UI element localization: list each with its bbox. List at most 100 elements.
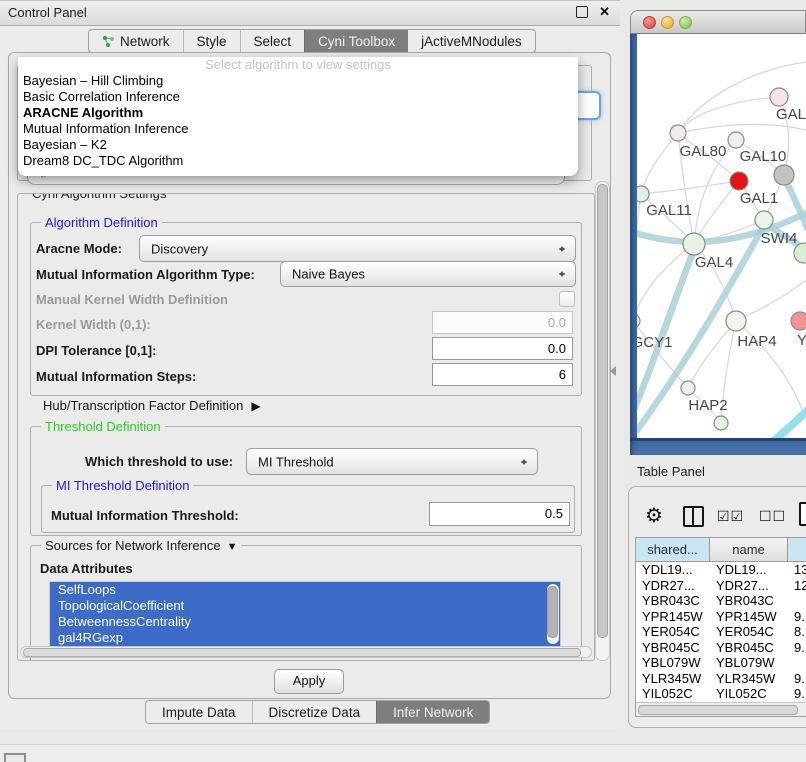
node-hap4[interactable] (726, 311, 746, 331)
node-gal10[interactable] (728, 132, 744, 148)
control-panel-tabbar: Network Style Select Cyni Toolbox jActiv… (88, 29, 536, 53)
threshold-definition-group: Threshold Definition Which threshold to … (30, 426, 582, 536)
dropdown-item[interactable]: Basic Correlation Inference (18, 89, 578, 105)
aracne-mode-combo[interactable]: Discovery (139, 235, 576, 262)
split-columns-icon[interactable] (683, 506, 704, 527)
dpi-tolerance-label: DPI Tolerance [0,1]: (36, 343, 156, 358)
mi-threshold-field[interactable]: 0.5 (429, 502, 570, 526)
table-horizontal-scrollbar-thumb[interactable] (638, 705, 798, 715)
mi-threshold-label: Mutual Information Threshold: (51, 508, 239, 523)
attribute-item[interactable]: TopologicalCoefficient (50, 598, 560, 614)
node-label: GAL (776, 106, 806, 123)
settings-vertical-scrollbar[interactable] (595, 181, 610, 661)
close-window-icon[interactable]: ✕ (599, 4, 610, 20)
dropdown-item[interactable]: Dream8 DC_TDC Algorithm (18, 153, 578, 169)
tab-select[interactable]: Select (240, 30, 305, 52)
node-hap2[interactable] (681, 381, 695, 395)
node-gal80[interactable] (670, 125, 686, 141)
tab-impute-data[interactable]: Impute Data (146, 701, 252, 723)
control-panel-title: Control Panel (8, 5, 87, 20)
statusbar-grip-icon[interactable] (4, 753, 26, 762)
node-gal11[interactable] (637, 186, 649, 202)
dpi-tolerance-field[interactable]: 0.0 (432, 337, 573, 360)
manual-kernel-checkbox[interactable] (559, 291, 575, 307)
tab-infer-network[interactable]: Infer Network (376, 701, 489, 723)
which-threshold-value: MI Threshold (258, 454, 334, 469)
mi-threshold-group-title: MI Threshold Definition (52, 478, 193, 493)
node[interactable] (770, 88, 788, 106)
mac-close-icon[interactable] (643, 16, 656, 29)
node[interactable] (791, 312, 806, 330)
tab-discretize-data[interactable]: Discretize Data (252, 701, 377, 723)
node-label: SWI4 (761, 230, 798, 247)
dropdown-item-selected[interactable]: ARACNE Algorithm (18, 105, 578, 121)
tab-network[interactable]: Network (89, 30, 183, 52)
deselect-all-checkboxes-icon[interactable]: ☐☐ (759, 508, 786, 525)
table-row: YLR345WYLR345W9. (636, 671, 806, 687)
node[interactable] (714, 416, 728, 430)
table-row: YBL079WYBL079W (636, 655, 806, 671)
list-scrollbar[interactable] (547, 584, 559, 644)
mi-type-label: Mutual Information Algorithm Type: (36, 267, 255, 282)
attribute-item[interactable]: SelfLoops (50, 582, 560, 598)
hub-definition-expander[interactable]: Hub/Transcription Factor Definition▶ (43, 398, 261, 413)
which-threshold-label: Which threshold to use: (85, 454, 233, 469)
cyni-algorithm-settings-group: Cyni Algorithm Settings Algorithm Defini… (17, 193, 595, 661)
mac-zoom-icon[interactable] (679, 16, 692, 29)
bottom-tabbar: Impute Data Discretize Data Infer Networ… (145, 700, 490, 724)
algorithm-definition-title: Algorithm Definition (41, 215, 162, 230)
dropdown-item[interactable]: Mutual Information Inference (18, 121, 578, 137)
attribute-item[interactable]: BetweennessCentrality (50, 614, 560, 630)
threshold-definition-title: Threshold Definition (41, 419, 165, 434)
tab-style[interactable]: Style (183, 30, 240, 52)
dropdown-item[interactable]: Bayesian – K2 (18, 137, 578, 153)
network-graph-icon (102, 35, 115, 48)
list-scrollbar-thumb[interactable] (547, 586, 558, 638)
network-window-frame: GAL GAL80 GAL10 GAL1 GAL11 SWI4 GAL4 GCY… (630, 34, 806, 455)
node-label: HAP4 (737, 333, 776, 350)
node-label: GCY1 (637, 334, 672, 351)
tab-jactivemnodules[interactable]: jActiveMNodules (408, 30, 535, 52)
network-window-titlebar[interactable] (630, 10, 806, 34)
tab-network-label: Network (120, 34, 170, 49)
kernel-width-label: Kernel Width (0,1): (36, 317, 151, 332)
node[interactable] (774, 165, 794, 185)
node-gcy1[interactable] (637, 314, 640, 328)
mi-steps-field[interactable]: 6 (432, 363, 573, 386)
tab-cyni-toolbox[interactable]: Cyni Toolbox (304, 30, 408, 52)
table-row: YBR043CYBR043C (636, 593, 806, 609)
panel-divider-handle[interactable] (610, 366, 616, 376)
settings-horizontal-scrollbar[interactable] (20, 646, 592, 658)
column-header[interactable] (788, 538, 806, 562)
combo-stepper-icon (520, 456, 528, 468)
algorithm-definition-group: Algorithm Definition Aracne Mode: Discov… (30, 222, 582, 396)
table-row: YER054CYER054C8. (636, 624, 806, 640)
network-canvas[interactable]: GAL GAL80 GAL10 GAL1 GAL11 SWI4 GAL4 GCY… (637, 34, 806, 438)
node-label: GAL11 (646, 202, 692, 219)
node-gal1[interactable] (730, 172, 748, 190)
attribute-item[interactable]: gal4RGexp (50, 630, 560, 646)
column-header-shared-name[interactable]: shared... (636, 538, 710, 562)
settings-horizontal-scrollbar-thumb[interactable] (23, 648, 581, 657)
node-swi4[interactable] (755, 211, 773, 229)
expander-down-icon[interactable]: ▼ (227, 541, 238, 553)
window-frame-edge (630, 438, 806, 441)
float-window-icon[interactable] (576, 6, 588, 18)
node-table: shared... name YDL19...YDL19...13 YDR27.… (635, 537, 806, 717)
node-gal4[interactable] (683, 233, 705, 255)
mi-type-combo[interactable]: Naive Bayes (280, 261, 576, 287)
select-all-checkboxes-icon[interactable]: ☑☑ (717, 508, 744, 525)
gear-icon[interactable]: ⚙ (645, 503, 663, 528)
apply-button[interactable]: Apply (274, 669, 344, 694)
node-label: HAP2 (688, 397, 727, 414)
mac-minimize-icon[interactable] (661, 16, 674, 29)
table-row: YBR045CYBR045C9. (636, 640, 806, 656)
document-icon[interactable] (799, 502, 806, 526)
dropdown-item[interactable]: Bayesian – Hill Climbing (18, 73, 578, 89)
table-row: YIL052CYIL052C9. (636, 686, 806, 702)
table-horizontal-scrollbar[interactable] (636, 702, 806, 716)
kernel-width-field[interactable]: 0.0 (432, 311, 573, 334)
column-header-name[interactable]: name (710, 538, 788, 562)
settings-vertical-scrollbar-thumb[interactable] (597, 184, 608, 638)
which-threshold-combo[interactable]: MI Threshold (246, 448, 538, 475)
